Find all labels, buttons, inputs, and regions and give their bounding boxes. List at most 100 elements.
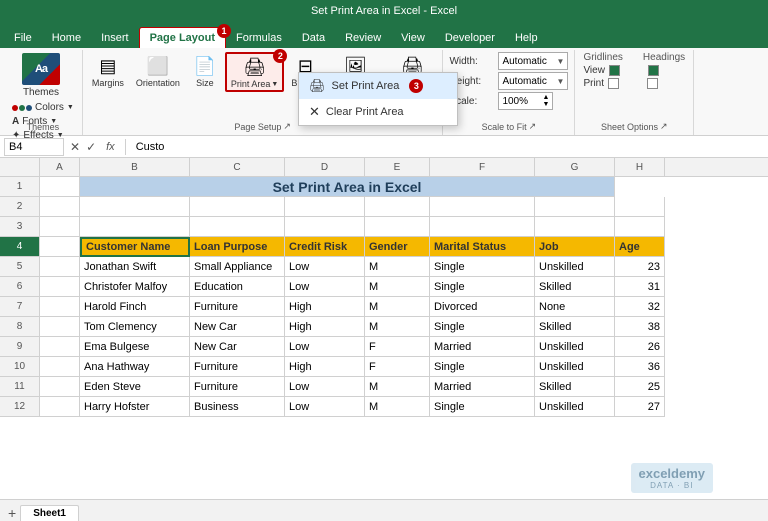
cell-a12[interactable] [40, 397, 80, 417]
cell-f3[interactable] [430, 217, 535, 237]
cell-h9[interactable]: 26 [615, 337, 665, 357]
col-header-g[interactable]: G [535, 158, 615, 176]
cell-g6[interactable]: Skilled [535, 277, 615, 297]
cell-d8[interactable]: High [285, 317, 365, 337]
cell-a10[interactable] [40, 357, 80, 377]
cell-h4[interactable]: Age [615, 237, 665, 257]
cell-d7[interactable]: High [285, 297, 365, 317]
colors-button[interactable]: Colors ▼ [10, 101, 76, 114]
cell-h8[interactable]: 38 [615, 317, 665, 337]
cell-a3[interactable] [40, 217, 80, 237]
cell-h7[interactable]: 32 [615, 297, 665, 317]
row-num-8[interactable]: 8 [0, 317, 39, 337]
col-header-a[interactable]: A [40, 158, 80, 176]
scale-expand-icon[interactable]: ↗ [529, 121, 537, 132]
cell-b11[interactable]: Eden Steve [80, 377, 190, 397]
cell-g11[interactable]: Skilled [535, 377, 615, 397]
cell-c4[interactable]: Loan Purpose [190, 237, 285, 257]
set-print-area-item[interactable]: 🖨 Set Print Area 3 [299, 73, 457, 99]
cell-h12[interactable]: 27 [615, 397, 665, 417]
row-num-11[interactable]: 11 [0, 377, 39, 397]
row-num-12[interactable]: 12 [0, 397, 39, 417]
sheet-tab-1[interactable]: Sheet1 [20, 505, 79, 521]
orientation-button[interactable]: ⬜ Orientation [131, 52, 185, 90]
width-input[interactable]: Automatic ▼ [498, 52, 568, 70]
cell-a8[interactable] [40, 317, 80, 337]
cell-f7[interactable]: Divorced [430, 297, 535, 317]
scale-input[interactable]: 100% ▲▼ [498, 92, 553, 110]
cell-b3[interactable] [80, 217, 190, 237]
cell-a9[interactable] [40, 337, 80, 357]
cell-b2[interactable] [80, 197, 190, 217]
print-area-button[interactable]: 🖨 Print Area ▼ 2 [225, 52, 284, 92]
row-num-4[interactable]: 4 [0, 237, 39, 257]
cell-title[interactable]: Set Print Area in Excel [80, 177, 615, 197]
col-header-c[interactable]: C [190, 158, 285, 176]
cell-b12[interactable]: Harry Hofster [80, 397, 190, 417]
cell-f11[interactable]: Married [430, 377, 535, 397]
col-header-d[interactable]: D [285, 158, 365, 176]
cell-h5[interactable]: 23 [615, 257, 665, 277]
cell-c8[interactable]: New Car [190, 317, 285, 337]
cell-d4[interactable]: Credit Risk [285, 237, 365, 257]
cell-c12[interactable]: Business [190, 397, 285, 417]
cell-c3[interactable] [190, 217, 285, 237]
gridlines-view-checkbox[interactable] [609, 65, 620, 76]
themes-button[interactable]: Aa Themes [10, 52, 72, 99]
row-num-7[interactable]: 7 [0, 297, 39, 317]
cell-a4[interactable] [40, 237, 80, 257]
cell-a7[interactable] [40, 297, 80, 317]
tab-formulas[interactable]: Formulas [226, 28, 292, 48]
cell-b4[interactable]: Customer Name [80, 237, 190, 257]
col-header-f[interactable]: F [430, 158, 535, 176]
height-input[interactable]: Automatic ▼ [498, 72, 568, 90]
cell-f2[interactable] [430, 197, 535, 217]
cell-f4[interactable]: Marital Status [430, 237, 535, 257]
row-num-3[interactable]: 3 [0, 217, 39, 237]
cell-d6[interactable]: Low [285, 277, 365, 297]
confirm-formula-button[interactable]: ✓ [84, 140, 98, 154]
tab-insert[interactable]: Insert [91, 28, 139, 48]
cell-f5[interactable]: Single [430, 257, 535, 277]
margins-button[interactable]: ▤ Margins [87, 52, 129, 90]
cell-a6[interactable] [40, 277, 80, 297]
cell-a5[interactable] [40, 257, 80, 277]
cell-c9[interactable]: New Car [190, 337, 285, 357]
cell-f8[interactable]: Single [430, 317, 535, 337]
cell-c6[interactable]: Education [190, 277, 285, 297]
cell-c2[interactable] [190, 197, 285, 217]
cell-h11[interactable]: 25 [615, 377, 665, 397]
tab-data[interactable]: Data [292, 28, 335, 48]
formula-input[interactable]: Custo [132, 141, 764, 153]
tab-developer[interactable]: Developer [435, 28, 505, 48]
row-num-1[interactable]: 1 [0, 177, 39, 197]
cell-c5[interactable]: Small Appliance [190, 257, 285, 277]
cell-c11[interactable]: Furniture [190, 377, 285, 397]
row-num-10[interactable]: 10 [0, 357, 39, 377]
cell-e6[interactable]: M [365, 277, 430, 297]
cell-b6[interactable]: Christofer Malfoy [80, 277, 190, 297]
cell-e9[interactable]: F [365, 337, 430, 357]
cell-b5[interactable]: Jonathan Swift [80, 257, 190, 277]
add-sheet-button[interactable]: + [8, 505, 16, 521]
col-header-b[interactable]: B [80, 158, 190, 176]
cell-c10[interactable]: Furniture [190, 357, 285, 377]
clear-print-area-item[interactable]: ✕ Clear Print Area [299, 99, 457, 125]
cell-d2[interactable] [285, 197, 365, 217]
headings-print-checkbox[interactable] [647, 78, 658, 89]
tab-review[interactable]: Review [335, 28, 391, 48]
cell-e11[interactable]: M [365, 377, 430, 397]
cell-f9[interactable]: Married [430, 337, 535, 357]
cell-g8[interactable]: Skilled [535, 317, 615, 337]
row-num-2[interactable]: 2 [0, 197, 39, 217]
cell-b8[interactable]: Tom Clemency [80, 317, 190, 337]
cell-h2[interactable] [615, 197, 665, 217]
cell-b7[interactable]: Harold Finch [80, 297, 190, 317]
cell-a2[interactable] [40, 197, 80, 217]
cell-b9[interactable]: Ema Bulgese [80, 337, 190, 357]
cell-d5[interactable]: Low [285, 257, 365, 277]
cell-c7[interactable]: Furniture [190, 297, 285, 317]
cell-e12[interactable]: M [365, 397, 430, 417]
page-setup-expand-icon[interactable]: ↗ [283, 121, 291, 132]
cell-g10[interactable]: Unskilled [535, 357, 615, 377]
